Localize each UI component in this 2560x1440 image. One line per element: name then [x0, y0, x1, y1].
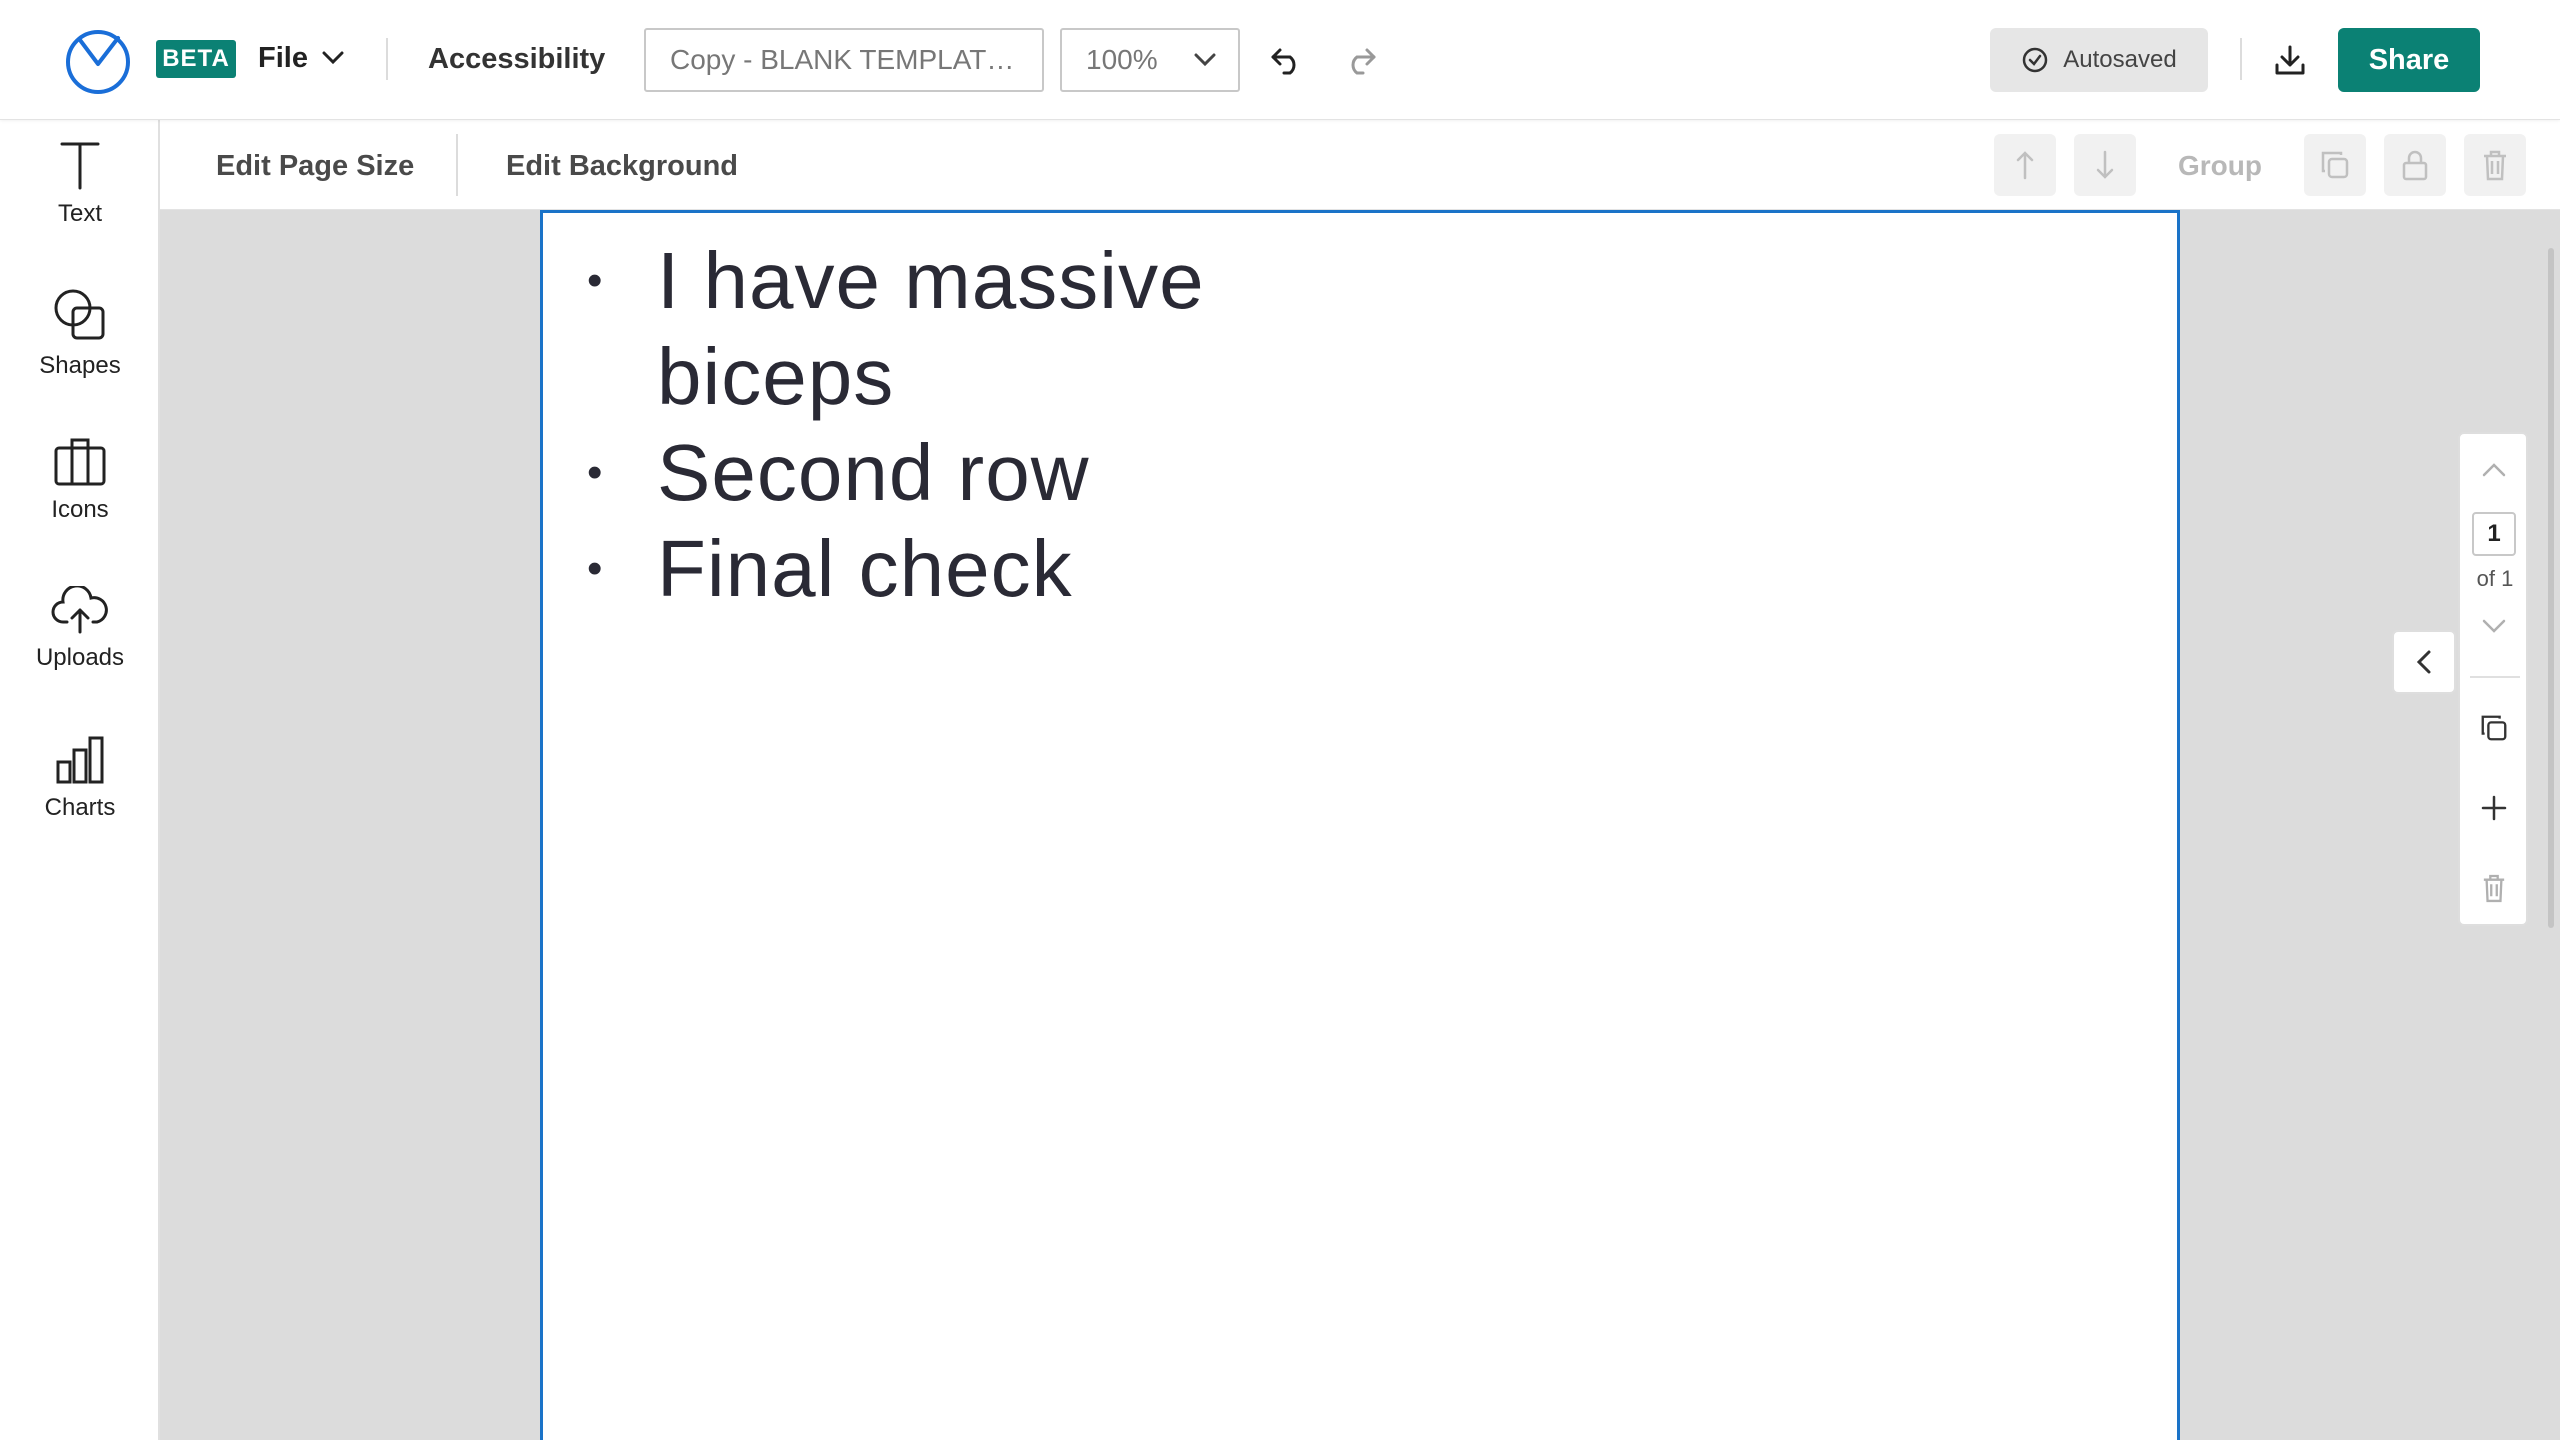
lock-icon [2402, 150, 2428, 181]
bullet-list[interactable]: I have massive biceps Second row Final c… [581, 233, 1281, 617]
group-button[interactable]: Group [2178, 142, 2262, 190]
add-page-button[interactable] [2474, 788, 2514, 828]
chevron-left-icon [2416, 650, 2431, 674]
page-count-label: of 1 [2476, 566, 2514, 591]
chevron-down-icon [1194, 53, 1216, 67]
upload-cloud-icon [51, 586, 108, 634]
file-menu-label: File [258, 41, 308, 74]
sidebar-item-label: Shapes [39, 352, 121, 379]
plus-icon [2481, 795, 2507, 821]
sidebar-item-text[interactable]: Text [0, 140, 160, 270]
edit-page-size-button[interactable]: Edit Page Size [216, 142, 414, 190]
check-circle-icon [2023, 47, 2048, 73]
sidebar-item-label: Uploads [35, 644, 125, 671]
duplicate-button[interactable] [2304, 134, 2366, 196]
lock-button[interactable] [2384, 134, 2446, 196]
next-page-button[interactable] [2474, 610, 2514, 642]
canvas-area[interactable]: I have massive biceps Second row Final c… [160, 210, 2560, 1440]
accessibility-button[interactable]: Accessibility [428, 34, 605, 84]
divider [2470, 676, 2520, 678]
share-button[interactable]: Share [2338, 28, 2480, 92]
logo-icon[interactable] [62, 24, 134, 96]
sidebar-item-charts[interactable]: Charts [0, 734, 160, 864]
delete-button[interactable] [2464, 134, 2526, 196]
zoom-value: 100% [1086, 44, 1158, 75]
move-down-button[interactable] [2074, 134, 2136, 196]
list-item[interactable]: Final check [581, 521, 1281, 617]
redo-icon [1351, 48, 1376, 75]
move-up-icon [2016, 151, 2034, 180]
download-button[interactable] [2264, 34, 2316, 86]
top-bar: BETA File Accessibility 100% Autosaved S… [0, 0, 2560, 120]
list-item[interactable]: Second row [581, 425, 1281, 521]
trash-icon [2483, 874, 2505, 903]
delete-page-button[interactable] [2474, 868, 2514, 908]
bar-chart-icon [56, 736, 104, 784]
undo-icon [1271, 48, 1296, 75]
document-page[interactable]: I have massive biceps Second row Final c… [540, 210, 2180, 1440]
sidebar-item-label: Charts [44, 794, 116, 821]
beta-badge: BETA [156, 40, 236, 78]
secondary-toolbar: Edit Page Size Edit Background Group [160, 120, 2560, 210]
divider [456, 134, 458, 196]
left-sidebar: Text Shapes Icons Uploads Charts [0, 120, 160, 1440]
redo-button[interactable] [1335, 36, 1385, 86]
duplicate-page-button[interactable] [2474, 708, 2514, 748]
file-menu[interactable]: File [258, 30, 344, 86]
duplicate-icon [2321, 151, 2349, 179]
sidebar-item-label: Text [57, 200, 102, 227]
move-up-button[interactable] [1994, 134, 2056, 196]
divider [386, 38, 388, 80]
edit-background-button[interactable]: Edit Background [506, 142, 738, 190]
text-icon [60, 142, 100, 190]
sidebar-item-shapes[interactable]: Shapes [0, 286, 160, 416]
trash-icon [2484, 150, 2506, 181]
undo-button[interactable] [1262, 36, 1312, 86]
autosaved-status: Autosaved [1990, 28, 2208, 92]
list-item[interactable]: I have massive biceps [581, 233, 1281, 425]
sidebar-item-uploads[interactable]: Uploads [0, 586, 160, 716]
divider [2240, 38, 2242, 80]
chevron-up-icon [2482, 463, 2506, 477]
sidebar-item-icons[interactable]: Icons [0, 436, 160, 566]
duplicate-icon [2481, 715, 2507, 741]
sidebar-item-label: Icons [51, 496, 109, 523]
shapes-icon [54, 289, 105, 340]
document-title-input[interactable] [644, 28, 1044, 92]
chevron-down-icon [2482, 619, 2506, 633]
vertical-scrollbar[interactable] [2548, 248, 2554, 928]
previous-page-button[interactable] [2474, 454, 2514, 486]
zoom-select[interactable]: 100% [1060, 28, 1240, 92]
current-page-number[interactable]: 1 [2472, 512, 2516, 556]
collapse-panel-button[interactable] [2392, 630, 2456, 694]
autosaved-label: Autosaved [2063, 46, 2177, 73]
icons-icon [54, 438, 106, 486]
move-down-icon [2096, 150, 2114, 179]
chevron-down-icon [322, 51, 344, 65]
download-icon [2275, 45, 2305, 75]
page-navigator: 1 of 1 [2458, 432, 2528, 926]
